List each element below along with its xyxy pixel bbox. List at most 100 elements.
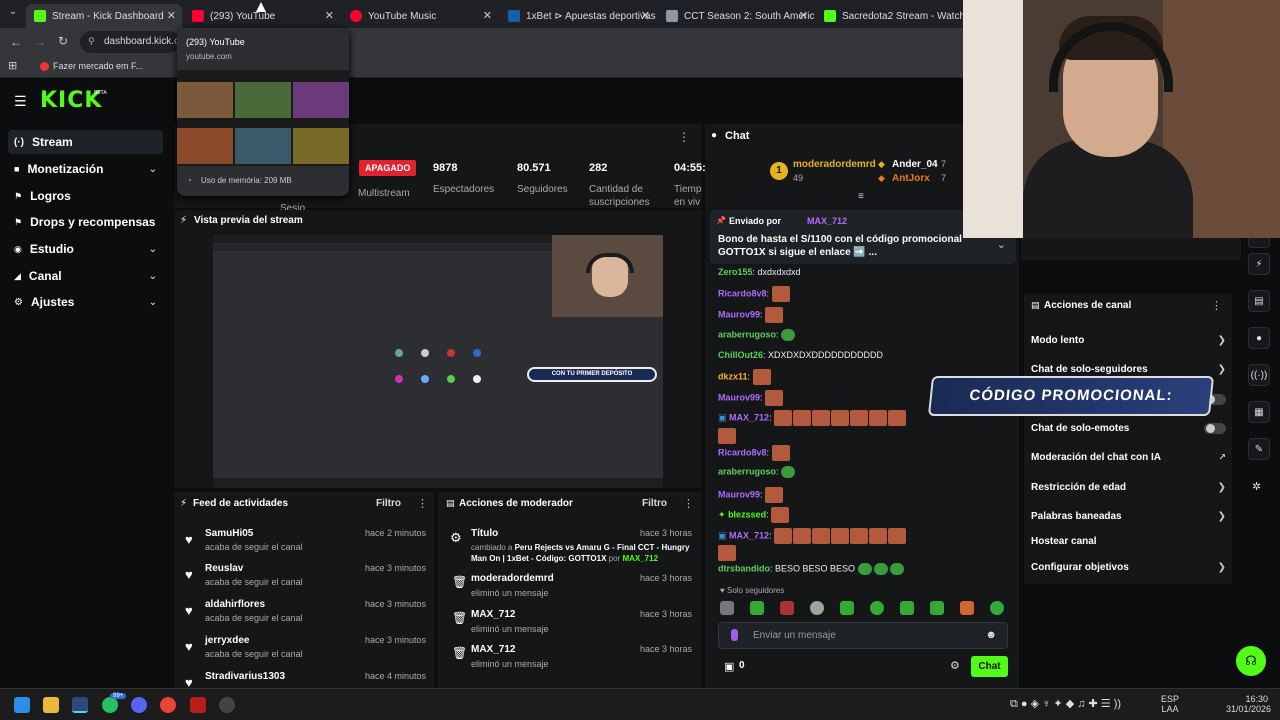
mod-action-name[interactable]: MAX_712: [471, 609, 515, 620]
sidebar-item-estudio[interactable]: ◉ Estudio ⌄: [8, 237, 163, 261]
stream-preview-video[interactable]: CON TU PRIMER DEPÓSITO: [213, 235, 663, 488]
file-explorer-icon[interactable]: [43, 697, 59, 713]
emote-option-icon[interactable]: [810, 601, 824, 615]
reload-icon[interactable]: ↻: [58, 34, 68, 48]
chat-username[interactable]: Maurov99: [718, 309, 760, 319]
chat-username[interactable]: MAX_712: [729, 412, 769, 422]
pinned-user[interactable]: MAX_712: [807, 216, 847, 226]
sidebar-item-drops[interactable]: ⚑ Drops y recompensas: [8, 210, 163, 234]
emote-option-icon[interactable]: [720, 601, 734, 615]
mod-action-name[interactable]: moderadordemrd: [471, 573, 554, 584]
steam-icon[interactable]: [72, 697, 88, 713]
chat-username[interactable]: araberrugoso: [718, 466, 776, 476]
mod-username[interactable]: MAX_712: [622, 554, 658, 563]
menu-icon[interactable]: ☰: [14, 93, 27, 110]
close-icon[interactable]: ✕: [799, 9, 808, 22]
sidebar-item-logros[interactable]: ⚑ Logros: [8, 184, 163, 208]
close-icon[interactable]: ✕: [483, 9, 492, 22]
sidebar-item-monetizacion[interactable]: ■ Monetización ⌄: [8, 157, 163, 181]
send-chat-button[interactable]: Chat: [971, 656, 1008, 677]
sidebar-item-stream[interactable]: (·) Stream: [8, 130, 163, 154]
emote-option-icon[interactable]: [930, 601, 944, 615]
mod-action-name[interactable]: MAX_712: [471, 644, 515, 655]
support-headset-icon[interactable]: ☊: [1236, 646, 1266, 676]
microphone-icon[interactable]: [731, 629, 738, 641]
emote-option-icon[interactable]: [900, 601, 914, 615]
tab-sacredota[interactable]: Sacredota2 Stream - Watch Liv: [816, 4, 963, 28]
mod-filter-button[interactable]: Filtro: [642, 498, 667, 509]
rail-button[interactable]: ⚡: [1248, 253, 1270, 275]
emote-option-icon[interactable]: [990, 601, 1004, 615]
close-icon[interactable]: ✕: [641, 9, 650, 22]
emote-only-row[interactable]: Chat de solo-emotes: [1031, 423, 1226, 434]
emote-option-icon[interactable]: [750, 601, 764, 615]
back-icon[interactable]: ←: [10, 35, 22, 49]
clock[interactable]: 16:30 31/01/2026: [1226, 694, 1271, 714]
age-restriction-row[interactable]: Restricción de edad ❯: [1031, 482, 1226, 493]
tab-kick-dashboard[interactable]: Stream - Kick Dashboard ✕: [26, 4, 182, 28]
chat-username[interactable]: araberrugoso: [718, 329, 776, 339]
chat-input[interactable]: Enviar un mensaje ☻: [718, 622, 1008, 649]
feed-username[interactable]: Reuslav: [205, 563, 243, 574]
emote-option-icon[interactable]: [840, 601, 854, 615]
chat-settings-icon[interactable]: ⚙: [950, 659, 960, 672]
chat-username[interactable]: Ricardo8v8: [718, 288, 767, 298]
sidebar-item-ajustes[interactable]: ⚙ Ajustes ⌄: [8, 290, 163, 314]
chat-username[interactable]: Ricardo8v8: [718, 447, 767, 457]
tab-1xbet[interactable]: 1xBet ⊳ Apuestas deportivas o ✕: [500, 4, 656, 28]
emote-option-icon[interactable]: [870, 601, 884, 615]
followers-only-row[interactable]: Chat de solo-seguidores ❯: [1031, 364, 1226, 375]
emote-option-icon[interactable]: [780, 601, 794, 615]
language-indicator[interactable]: ESP LAA: [1161, 694, 1179, 714]
bookmark-item[interactable]: Fazer mercado em F...: [53, 61, 143, 71]
rail-button[interactable]: ●: [1248, 327, 1270, 349]
site-info-icon[interactable]: ⚲: [88, 36, 95, 47]
rail-button[interactable]: ✎: [1248, 438, 1270, 460]
discord-icon[interactable]: [131, 697, 147, 713]
sidebar-item-canal[interactable]: ◢ Canal ⌄: [8, 264, 163, 288]
obs-icon[interactable]: [219, 697, 235, 713]
chevron-down-icon[interactable]: ⌄: [997, 238, 1006, 251]
chrome-icon[interactable]: [160, 697, 176, 713]
address-bar[interactable]: ⚲ dashboard.kick.co: [80, 31, 185, 53]
tab-cct[interactable]: CCT Season 2: South America S ✕: [658, 4, 814, 28]
chat-username[interactable]: Maurov99: [718, 392, 760, 402]
chat-username[interactable]: dkzx11: [718, 371, 748, 381]
feed-username[interactable]: jerryxdee: [205, 635, 249, 646]
close-icon[interactable]: ✕: [325, 9, 334, 22]
windows-start-icon[interactable]: [14, 697, 30, 713]
chat-username[interactable]: blezssed: [728, 509, 766, 519]
slow-mode-row[interactable]: Modo lento ❯: [1031, 335, 1226, 346]
feed-username[interactable]: aldahirflores: [205, 599, 265, 610]
leaderboard-user[interactable]: Ander_04: [892, 159, 938, 170]
chat-username[interactable]: Zero155: [718, 267, 753, 277]
more-options-icon[interactable]: ⋮: [1211, 299, 1222, 312]
dota-icon[interactable]: [190, 697, 206, 713]
feed-username[interactable]: Stradivarius1303: [205, 671, 285, 682]
leaderboard-user[interactable]: moderadordemrd: [793, 159, 876, 170]
rail-button[interactable]: ((·)): [1248, 364, 1270, 386]
goals-row[interactable]: Configurar objetivos ❯: [1031, 562, 1226, 573]
chat-username[interactable]: ChillOut26: [718, 350, 763, 360]
more-options-icon[interactable]: ⋮: [417, 497, 428, 510]
system-tray-icons[interactable]: ⧉ ● ◈ ♆ ✦ ◆ ♫ ✚ ☰ )): [1010, 697, 1121, 711]
forward-icon[interactable]: →: [34, 35, 46, 49]
multistream-label[interactable]: Multistream: [358, 187, 410, 200]
chat-username[interactable]: dtrsbandido: [718, 563, 770, 573]
feed-filter-button[interactable]: Filtro: [376, 498, 401, 509]
banned-words-row[interactable]: Palabras baneadas ❯: [1031, 511, 1226, 522]
chat-username[interactable]: MAX_712: [729, 530, 769, 540]
rail-button[interactable]: ▦: [1248, 401, 1270, 423]
host-channel-row[interactable]: Hostear canal: [1031, 536, 1226, 547]
close-icon[interactable]: ✕: [167, 9, 176, 22]
more-options-icon[interactable]: ⋮: [683, 497, 694, 510]
tab-youtube-music[interactable]: YouTube Music ✕: [342, 4, 498, 28]
ai-moderation-row[interactable]: Moderación del chat con IA ↗: [1031, 452, 1226, 463]
gift-icon[interactable]: ▣: [724, 660, 734, 673]
toggle-switch[interactable]: [1204, 423, 1226, 434]
tab-search-icon[interactable]: ⌄: [4, 6, 22, 22]
rail-button[interactable]: ▤: [1248, 290, 1270, 312]
leaderboard-user[interactable]: AntJorx: [892, 173, 930, 184]
apps-icon[interactable]: ✲: [1252, 480, 1261, 493]
more-options-icon[interactable]: ⋮: [678, 130, 690, 144]
